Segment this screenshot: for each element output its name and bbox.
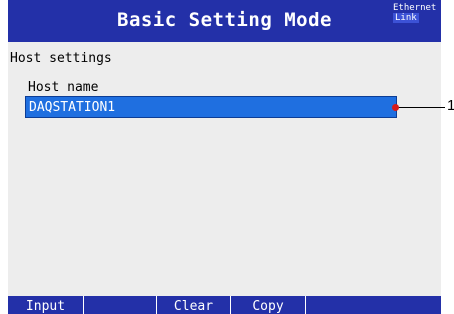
- link-state-badge: Link: [393, 13, 419, 23]
- softkey-clear[interactable]: Clear: [157, 296, 231, 314]
- section-title: Host settings: [10, 51, 112, 66]
- callout-number: 1: [447, 97, 454, 114]
- ethernet-link-status: Ethernet Link: [393, 3, 437, 23]
- recorder-screen: Basic Setting Mode Ethernet Link Host se…: [8, 0, 441, 314]
- softkey-copy[interactable]: Copy: [231, 296, 306, 314]
- softkey-blank[interactable]: [84, 296, 157, 314]
- softkey-copy-label: Copy: [252, 299, 284, 314]
- host-name-field[interactable]: DAQSTATION1: [25, 96, 397, 118]
- host-name-value: DAQSTATION1: [29, 100, 116, 115]
- callout-leader-line: [397, 107, 445, 108]
- softkey-input-label: Input: [25, 299, 66, 314]
- softkey-input[interactable]: Input: [8, 296, 84, 314]
- callout-dot: [392, 104, 399, 111]
- softkey-bar: Input Clear Copy: [8, 296, 441, 314]
- ethernet-label: Ethernet: [393, 3, 437, 13]
- host-name-label: Host name: [28, 80, 99, 95]
- screen-title: Basic Setting Mode: [117, 9, 332, 31]
- title-bar: Basic Setting Mode Ethernet Link: [8, 0, 441, 42]
- softkey-clear-label: Clear: [173, 299, 214, 314]
